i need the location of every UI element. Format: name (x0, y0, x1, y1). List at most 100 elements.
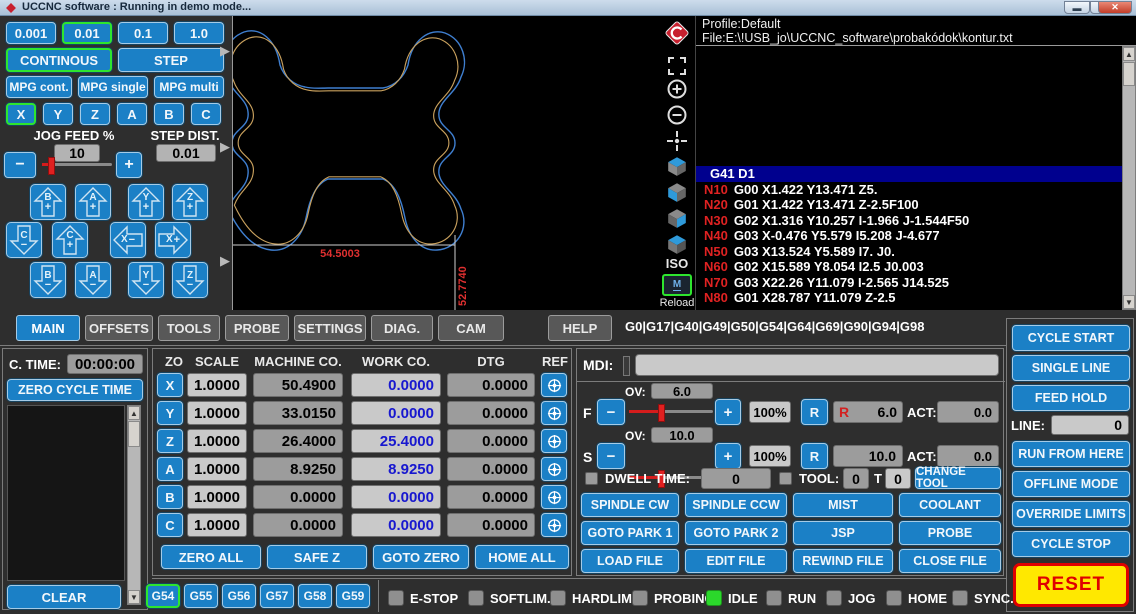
cycle-stop-button[interactable]: CYCLE STOP (1012, 531, 1130, 557)
zero-z-button[interactable]: Z (157, 429, 183, 453)
mist-button[interactable]: MIST (793, 493, 893, 517)
jog-y-plus-button[interactable]: Y + (128, 184, 164, 220)
gcode-scrollbar[interactable]: ▲ ▼ (1122, 46, 1136, 310)
jog-x-plus-button[interactable]: X + (155, 222, 191, 258)
feed-reset-override-button[interactable]: R (801, 399, 828, 425)
scroll-down-arrow[interactable]: ▼ (1123, 295, 1135, 309)
gcode-line[interactable]: N40 G03 X-0.476 Y5.579 I5.208 J-4.677 (696, 228, 1122, 244)
panel-expander-arrow[interactable]: ▶ (220, 140, 230, 153)
work-x-field[interactable]: 0.0000 (351, 373, 441, 397)
jog-step-button[interactable]: 1.0 (174, 22, 224, 44)
tool-checkbox[interactable] (779, 472, 792, 485)
jog-step-button[interactable]: 0.1 (118, 22, 168, 44)
change-tool-button[interactable]: CHANGE TOOL (915, 466, 1001, 490)
g59-offset-button[interactable]: G59 (336, 584, 370, 608)
tab-probe[interactable]: PROBE (225, 315, 289, 341)
work-z-field[interactable]: 25.4000 (351, 429, 441, 453)
zero-x-button[interactable]: X (157, 373, 183, 397)
jog-c-minus-button[interactable]: C − (6, 222, 42, 258)
log-scrollbar[interactable]: ▲ ▼ (127, 405, 141, 605)
gcode-line[interactable]: N70 G03 X22.26 Y11.079 I-2.565 J14.525 (696, 275, 1122, 291)
close-button[interactable]: ✕ (1098, 1, 1132, 14)
goto-park1-button[interactable]: GOTO PARK 1 (581, 521, 679, 545)
mpg-cont-button[interactable]: MPG cont. (6, 76, 72, 98)
units-mode-button[interactable]: M (659, 274, 695, 296)
feed-plus-button[interactable]: + (715, 399, 741, 425)
t-number-field[interactable]: 0 (885, 468, 911, 489)
ref-a-button[interactable] (541, 457, 567, 481)
spindle-ccw-button[interactable]: SPINDLE CCW (685, 493, 787, 517)
work-c-field[interactable]: 0.0000 (351, 513, 441, 537)
rewind-file-button[interactable]: REWIND FILE (793, 549, 893, 573)
scale-b-field[interactable]: 1.0000 (187, 485, 247, 509)
mdi-history-toggle[interactable] (623, 356, 630, 376)
view-top-cube-icon[interactable] (659, 155, 695, 177)
feed-hold-button[interactable]: FEED HOLD (1012, 385, 1130, 411)
gcode-line-active[interactable]: G41 D1 (696, 166, 1122, 182)
reload-label[interactable]: Reload (659, 297, 695, 309)
gcode-line[interactable]: N30 G02 X1.316 Y10.257 I-1.966 J-1.544F50 (696, 213, 1122, 229)
ref-b-button[interactable] (541, 485, 567, 509)
scale-z-field[interactable]: 1.0000 (187, 429, 247, 453)
jog-feed-slider[interactable] (42, 156, 112, 175)
ref-c-button[interactable] (541, 513, 567, 537)
center-view-icon[interactable] (659, 130, 695, 152)
axis-b-button[interactable]: B (154, 103, 184, 125)
jog-b-plus-button[interactable]: B + (30, 184, 66, 220)
scale-a-field[interactable]: 1.0000 (187, 457, 247, 481)
coolant-button[interactable]: COOLANT (899, 493, 1001, 517)
feed-minus-button[interactable]: − (597, 399, 625, 425)
scale-x-field[interactable]: 1.0000 (187, 373, 247, 397)
spindle-reset-override-button[interactable]: R (801, 443, 828, 469)
work-b-field[interactable]: 0.0000 (351, 485, 441, 509)
scroll-up-arrow[interactable]: ▲ (128, 406, 140, 420)
jog-z-plus-button[interactable]: Z + (172, 184, 208, 220)
axis-c-button[interactable]: C (191, 103, 221, 125)
zero-b-button[interactable]: B (157, 485, 183, 509)
tab-diag[interactable]: DIAG. (371, 315, 433, 341)
tab-settings[interactable]: SETTINGS (294, 315, 366, 341)
gcode-line[interactable]: N50 G03 X13.524 Y5.589 I7. J0. (696, 244, 1122, 260)
ref-z-button[interactable] (541, 429, 567, 453)
panel-expander-arrow[interactable]: ▶ (220, 44, 230, 57)
axis-y-button[interactable]: Y (43, 103, 73, 125)
scroll-down-arrow[interactable]: ▼ (128, 590, 140, 604)
goto-park2-button[interactable]: GOTO PARK 2 (685, 521, 787, 545)
toolpath-viewport[interactable]: 54.5003 52.7740 (233, 16, 659, 310)
override-limits-button[interactable]: OVERRIDE LIMITS (1012, 501, 1130, 527)
ref-x-button[interactable] (541, 373, 567, 397)
gcode-line[interactable]: N10 G00 X1.422 Y13.471 Z5. (696, 182, 1122, 198)
zero-c-button[interactable]: C (157, 513, 183, 537)
zero-a-button[interactable]: A (157, 457, 183, 481)
step-dist-value[interactable]: 0.01 (156, 144, 216, 162)
tab-offsets[interactable]: OFFSETS (85, 315, 153, 341)
load-file-button[interactable]: LOAD FILE (581, 549, 679, 573)
iso-view-label[interactable]: ISO (659, 256, 695, 271)
spindle-cw-button[interactable]: SPINDLE CW (581, 493, 679, 517)
scroll-thumb[interactable] (1123, 62, 1135, 86)
jog-y-minus-button[interactable]: Y − (128, 262, 164, 298)
zoom-in-icon[interactable] (659, 78, 695, 100)
ref-y-button[interactable] (541, 401, 567, 425)
zero-cycle-time-button[interactable]: ZERO CYCLE TIME (7, 379, 143, 401)
close-file-button[interactable]: CLOSE FILE (899, 549, 1001, 573)
zoom-out-icon[interactable] (659, 104, 695, 126)
jog-step-button[interactable]: 0.001 (6, 22, 56, 44)
gcode-line[interactable]: N20 G01 X1.422 Y13.471 Z-2.5F100 (696, 197, 1122, 213)
cycle-start-button[interactable]: CYCLE START (1012, 325, 1130, 351)
line-number-field[interactable]: 0 (1051, 415, 1129, 435)
tab-tools[interactable]: TOOLS (158, 315, 220, 341)
probe-button[interactable]: PROBE (899, 521, 1001, 545)
minimize-button[interactable]: ▬ (1064, 1, 1090, 14)
jog-x-minus-button[interactable]: X − (110, 222, 146, 258)
gcode-line[interactable]: N60 G02 X15.589 Y8.054 I2.5 J0.003 (696, 259, 1122, 275)
axis-x-button[interactable]: X (6, 103, 36, 125)
jog-b-minus-button[interactable]: B − (30, 262, 66, 298)
scale-c-field[interactable]: 1.0000 (187, 513, 247, 537)
g58-offset-button[interactable]: G58 (298, 584, 332, 608)
view-front-cube-icon[interactable] (659, 181, 695, 203)
panel-expander-arrow[interactable]: ▶ (220, 254, 230, 267)
gcode-line[interactable]: N80 G01 X28.787 Y11.079 Z-2.5 (696, 290, 1122, 306)
safe-z-button[interactable]: SAFE Z (267, 545, 367, 569)
slider-handle[interactable] (48, 157, 56, 175)
